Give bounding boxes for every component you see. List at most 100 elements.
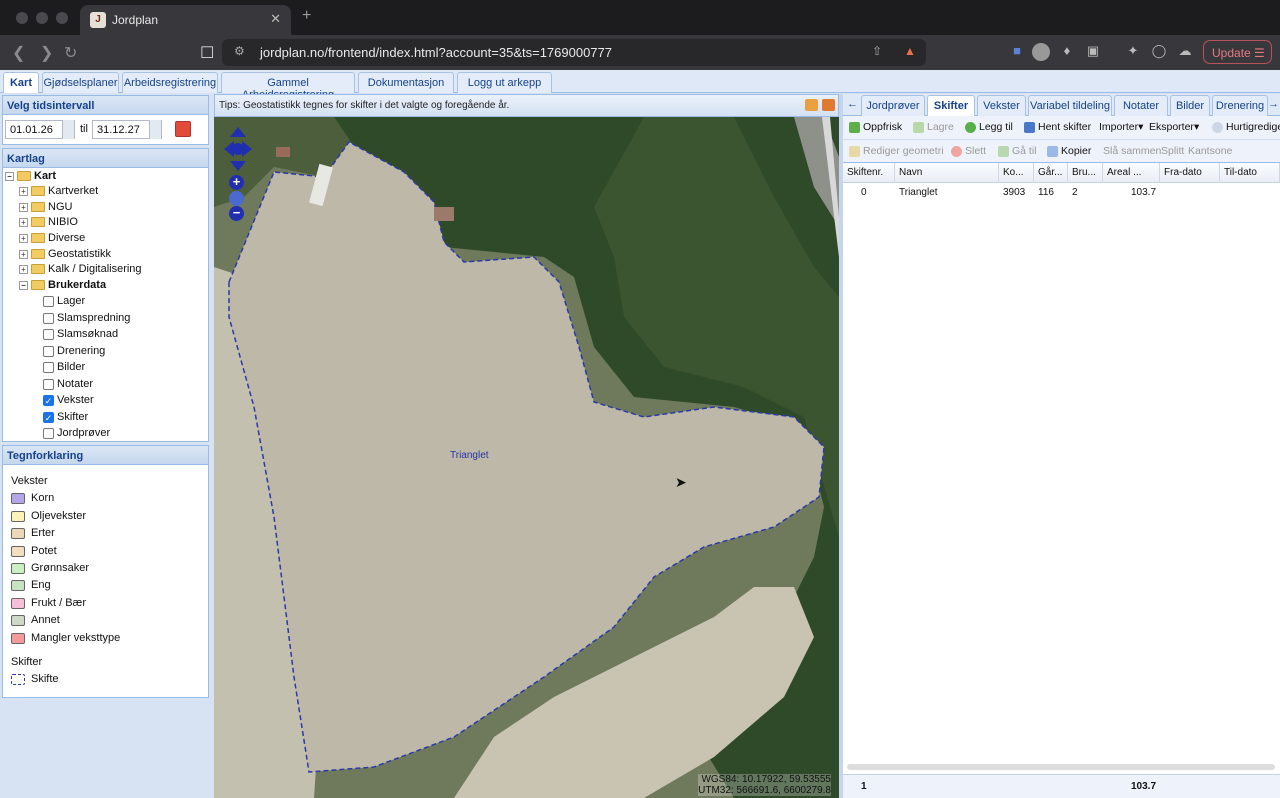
pan-control[interactable] [224,127,252,171]
maximize-window-button[interactable] [56,12,68,24]
goto-button[interactable]: Gå til [998,145,1037,157]
tree-node-geostatistikk[interactable]: + Geostatistikk [19,248,111,264]
zoom-out-button[interactable]: − [229,206,244,221]
apply-dates-icon[interactable] [175,121,191,137]
vpn-icon[interactable]: ◯ [1150,43,1168,61]
zoom-in-button[interactable]: + [229,175,244,190]
to-date-field[interactable]: 31.12.27 [92,120,162,139]
tab-vekster[interactable]: Vekster [977,95,1026,116]
profile-avatar[interactable] [1032,43,1050,61]
tree-node-diverse[interactable]: + Diverse [19,232,85,248]
measure-icon[interactable] [805,99,818,111]
tab-variabel-tildeling[interactable]: Variabel tildeling [1028,95,1112,116]
forward-icon[interactable]: ❯ [40,43,53,63]
update-button[interactable]: Update ☰ [1203,40,1272,64]
puzzle-icon[interactable]: ♦ [1058,43,1076,61]
tab-skifter[interactable]: Skifter [927,95,975,116]
layer-drenering[interactable]: Drenering [43,345,105,361]
expand-icon[interactable]: + [19,217,28,227]
column-header[interactable]: Ko... [999,163,1034,183]
tree-node-brukerdata[interactable]: − Brukerdata [19,279,106,295]
checkbox-checked[interactable]: ✓ [43,411,54,423]
fetch-fields-button[interactable]: Hent skifter [1024,121,1091,133]
tree-node-ngu[interactable]: + NGU [19,201,72,217]
bookmark-icon[interactable]: ☐ [200,43,214,63]
save-button[interactable]: Lagre [913,121,954,133]
layer-skifter[interactable]: ✓ Skifter [43,411,88,427]
horizontal-scrollbar[interactable] [847,764,1275,770]
expand-icon[interactable]: + [19,249,28,259]
delete-button[interactable]: Slett [951,145,986,157]
tab-notater[interactable]: Notater [1114,95,1168,116]
checkbox-checked[interactable]: ✓ [43,394,54,406]
tree-node-kart[interactable]: − Kart [5,170,56,186]
browser-tab[interactable]: J Jordplan ✕ [80,5,291,35]
tab-gammel-arbeidsregistrering[interactable]: Gammel Arbeidsregistrering [221,72,355,101]
back-icon[interactable]: ❮ [12,43,25,63]
calendar-icon[interactable] [149,120,161,139]
map-view[interactable]: Trianglet + − ➤ WGS84: 10.17922, 59.5355… [214,117,839,798]
layer-jordprover[interactable]: Jordprøver [43,427,110,443]
tree-node-kalk[interactable]: + Kalk / Digitalisering [19,263,142,279]
tab-drenering[interactable]: Drenering [1212,95,1268,116]
quick-edit-button[interactable]: Hurtigredige [1212,121,1280,133]
column-header[interactable]: Navn [895,163,999,183]
tab-bilder[interactable]: Bilder [1170,95,1210,116]
column-header[interactable]: Går... [1034,163,1068,183]
tab-logg-ut[interactable]: Logg ut arkepp [457,72,552,93]
close-tab-icon[interactable]: ✕ [270,11,281,27]
tab-jordprover[interactable]: Jordprøver [861,95,925,116]
column-header[interactable]: Bru... [1068,163,1103,183]
expand-icon[interactable]: + [19,202,28,212]
export-menu[interactable]: Eksporter▾ [1149,121,1199,133]
tree-node-kartverket[interactable]: + Kartverket [19,185,98,201]
layer-lager[interactable]: Lager [43,295,85,311]
collapse-icon[interactable]: − [5,171,14,181]
import-menu[interactable]: Importer▾ [1099,121,1143,133]
table-row[interactable]: 0 Trianglet 3903 116 2 103.7 [843,184,1280,202]
sidebar-icon[interactable]: ▣ [1084,43,1102,61]
column-header[interactable]: Areal ... [1103,163,1160,183]
extension-icon[interactable]: ■ [1008,43,1026,61]
checkbox[interactable] [43,312,54,324]
tab-dokumentasjon[interactable]: Dokumentasjon [358,72,454,93]
layer-bilder[interactable]: Bilder [43,361,85,377]
column-header[interactable]: Skiftenr. [843,163,895,183]
area-measure-icon[interactable] [822,99,835,111]
scroll-right-icon[interactable]: → [1268,98,1279,110]
new-tab-icon[interactable]: + [302,7,311,25]
expand-icon[interactable]: + [19,264,28,274]
layer-notater[interactable]: Notater [43,378,93,394]
merge-button[interactable]: Slå sammen [1103,145,1161,157]
field-label[interactable]: Trianglet [450,450,489,461]
tree-node-nibio[interactable]: + NIBIO [19,216,78,232]
checkbox[interactable] [43,345,54,357]
column-header[interactable]: Fra-dato [1160,163,1220,183]
refresh-button[interactable]: Oppfrisk [849,121,902,133]
tab-kart[interactable]: Kart [3,72,39,93]
close-window-button[interactable] [16,12,28,24]
minimize-window-button[interactable] [36,12,48,24]
checkbox[interactable] [43,328,54,340]
collapse-icon[interactable]: − [19,280,28,290]
tab-arbeidsregistrering[interactable]: Arbeidsregistrering [122,72,218,93]
site-settings-icon[interactable]: ⚙ [234,44,245,58]
copy-button[interactable]: Kopier [1047,145,1091,157]
from-date-field[interactable]: 01.01.26 [5,120,75,139]
buffer-zone-button[interactable]: Kantsone [1188,145,1232,157]
wallet-icon[interactable]: ☁ [1176,43,1194,61]
brave-shield-icon[interactable]: ▲ [904,44,916,58]
zoom-world-icon[interactable] [229,191,244,206]
leo-icon[interactable]: ✦ [1124,43,1142,61]
layer-vekster[interactable]: ✓ Vekster [43,394,94,410]
address-bar[interactable]: ⚙ jordplan.no/frontend/index.html?accoun… [222,39,926,66]
add-button[interactable]: Legg til [965,121,1013,133]
expand-icon[interactable]: + [19,233,28,243]
split-button[interactable]: Splitt [1161,145,1184,157]
checkbox[interactable] [43,361,54,373]
reload-icon[interactable]: ↻ [64,43,77,63]
expand-icon[interactable]: + [19,186,28,196]
tab-gjodselsplaner[interactable]: Gjødselsplaner [42,72,119,93]
checkbox[interactable] [43,427,54,439]
layer-slamspredning[interactable]: Slamspredning [43,312,130,328]
